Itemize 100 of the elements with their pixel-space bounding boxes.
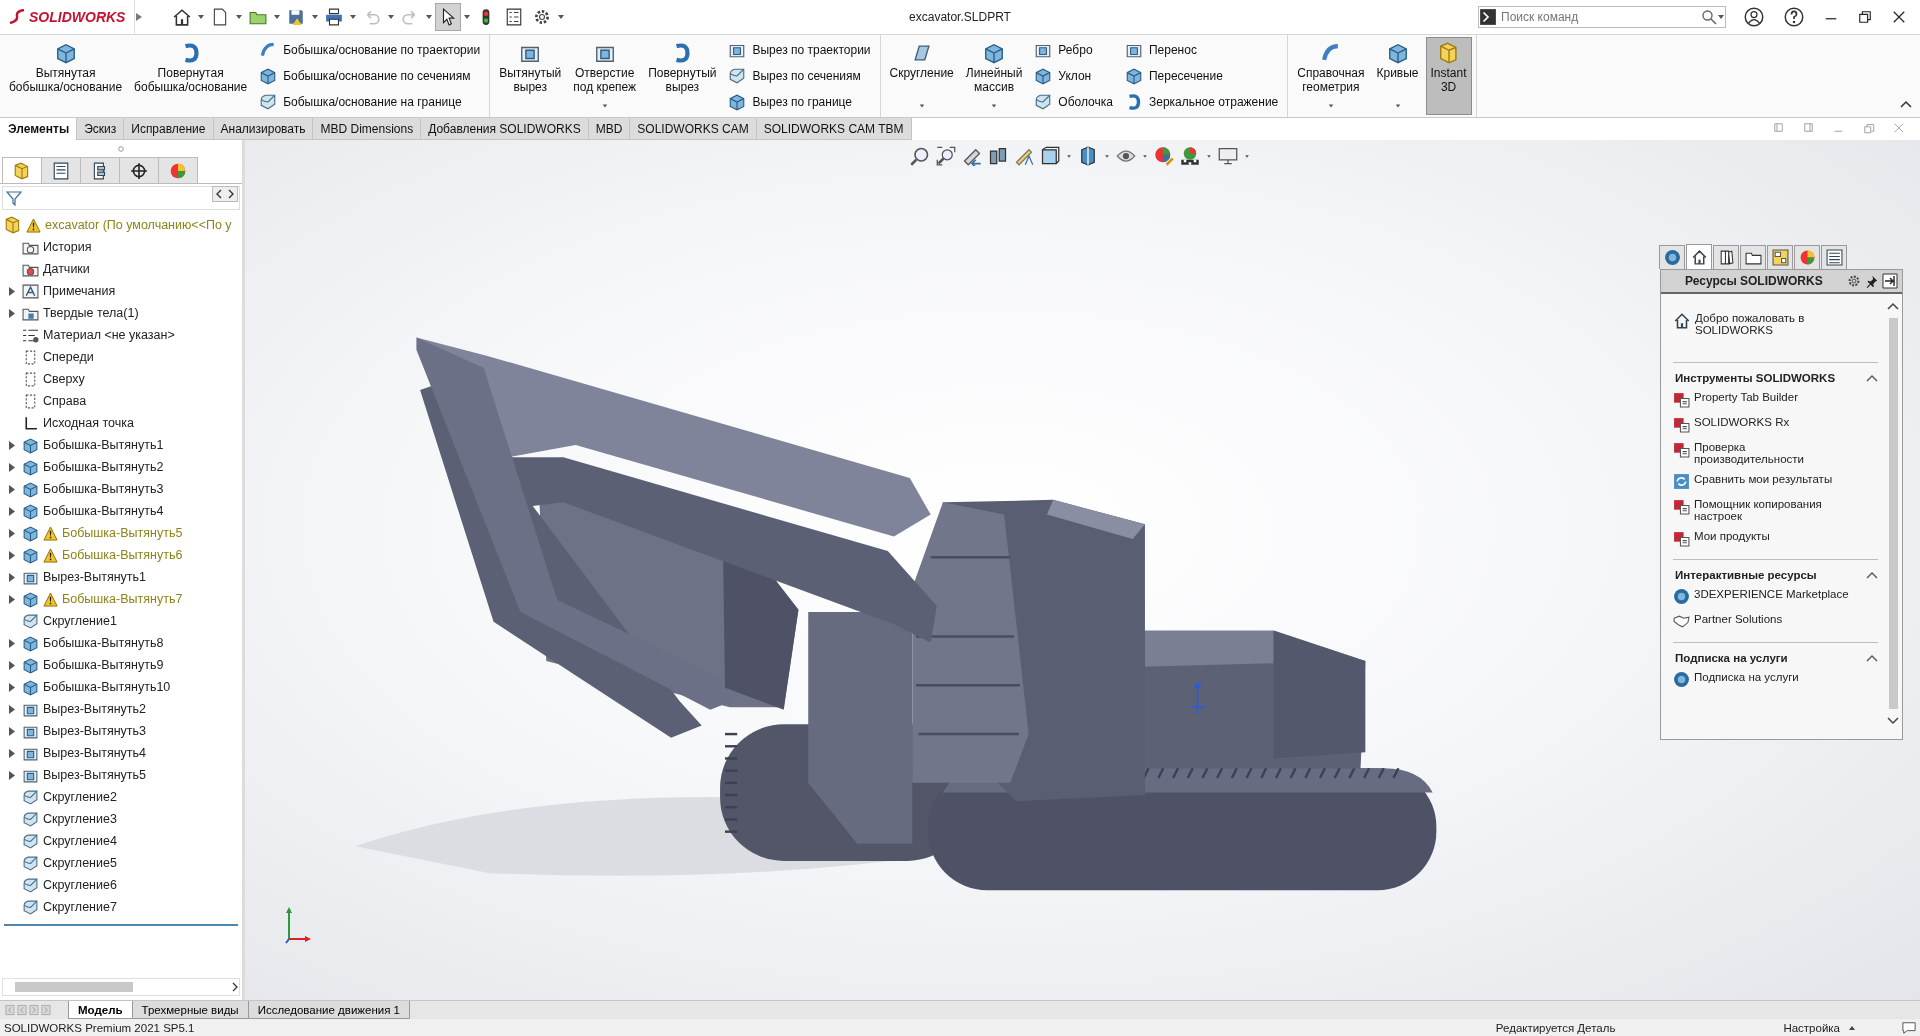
tree-item[interactable]: Спереди	[43, 350, 94, 364]
resource-link[interactable]: SOLIDWORKS Rx	[1694, 416, 1790, 428]
tree-item[interactable]: Бобышка-Вытянуть7	[62, 592, 183, 606]
scroll-up-icon[interactable]	[1887, 302, 1899, 310]
collapse-caret-icon[interactable]	[1866, 571, 1878, 579]
tree-item[interactable]: Исходная точка	[43, 416, 134, 430]
tree-item[interactable]: История	[43, 240, 92, 254]
expand-arrow-icon[interactable]	[9, 506, 15, 516]
tree-item[interactable]: Бобышка-Вытянуть5	[62, 526, 183, 540]
caret-icon[interactable]	[311, 13, 319, 21]
scroll-right-icon[interactable]	[231, 982, 239, 992]
ribbon-button[interactable]: Бобышка/основание на границе	[254, 90, 486, 114]
ribbon-tab[interactable]: Исправление	[123, 118, 214, 140]
caret-icon[interactable]	[990, 103, 999, 109]
tree-item[interactable]: Датчики	[43, 262, 90, 276]
parts-tab[interactable]	[2, 157, 42, 183]
scene-icon[interactable]	[1180, 146, 1200, 166]
display-style-icon[interactable]	[1078, 146, 1098, 166]
annotation-view-icon[interactable]	[1014, 146, 1034, 166]
list-tab[interactable]	[1821, 245, 1847, 269]
close-icon[interactable]	[1892, 10, 1906, 24]
tree-item[interactable]: Вырез-Вытянуть3	[43, 724, 146, 738]
chat-icon[interactable]	[1902, 1020, 1916, 1035]
search-icon[interactable]	[1701, 9, 1717, 25]
caret-icon[interactable]	[463, 13, 471, 21]
tree-item[interactable]: Скругление2	[43, 790, 117, 804]
dock-icon[interactable]	[1882, 273, 1898, 289]
tree-item[interactable]: Бобышка-Вытянуть9	[43, 658, 164, 672]
ribbon-button[interactable]: Бобышка/основание по сечениям	[254, 64, 486, 88]
collapse-caret-icon[interactable]	[1866, 654, 1878, 662]
units-setting[interactable]: Настройка	[1783, 1021, 1840, 1034]
tile-right-icon[interactable]	[1804, 123, 1816, 135]
caret-icon[interactable]	[1244, 153, 1250, 159]
filter-icon[interactable]	[6, 190, 22, 206]
tree-item[interactable]: Вырез-Вытянуть5	[43, 768, 146, 782]
expand-arrow-icon[interactable]	[9, 572, 15, 582]
tree-item[interactable]: Бобышка-Вытянуть4	[43, 504, 164, 518]
book-tab[interactable]	[1713, 245, 1739, 269]
ribbon-tab[interactable]: MBD Dimensions	[312, 118, 422, 140]
ribbon-tab[interactable]: Добавления SOLIDWORKS	[420, 118, 589, 140]
expand-arrow-icon[interactable]	[9, 748, 15, 758]
ribbon-tab[interactable]: SOLIDWORKS CAM TBM	[755, 118, 912, 140]
resource-link[interactable]: Мои продукты	[1694, 530, 1770, 542]
property-list-tab[interactable]	[41, 157, 81, 183]
color-wheel-tab[interactable]	[1794, 245, 1820, 269]
ribbon-button[interactable]: Вырез по траектории	[723, 38, 876, 62]
resource-link[interactable]: Подписка на услуги	[1694, 671, 1799, 683]
tree-item[interactable]: Скругление3	[43, 812, 117, 826]
resource-link[interactable]: Сравнить мои результаты	[1694, 473, 1833, 485]
tree-item[interactable]: Бобышка-Вытянуть10	[43, 680, 171, 694]
ribbon-button[interactable]: Отверстие под крепеж	[568, 37, 642, 115]
tree-item[interactable]: Справа	[43, 394, 87, 408]
expand-arrow-icon[interactable]	[9, 440, 15, 450]
tree-item[interactable]: excavator (По умолчанию<<По у	[45, 218, 232, 232]
tree-item[interactable]: Бобышка-Вытянуть1	[43, 438, 164, 452]
ribbon-button[interactable]: Справочная геометрия	[1292, 37, 1370, 115]
caret-icon[interactable]	[387, 13, 395, 21]
layout-tab[interactable]	[1767, 245, 1793, 269]
model-tab[interactable]: Модель	[68, 1001, 133, 1019]
caret-icon[interactable]	[1717, 13, 1725, 21]
expand-arrow-icon[interactable]	[9, 726, 15, 736]
ribbon-button[interactable]: Перенос	[1119, 38, 1284, 62]
appearance-icon[interactable]	[1154, 146, 1174, 166]
caret-icon[interactable]	[235, 13, 243, 21]
tile-left-icon[interactable]	[1774, 123, 1786, 135]
monitor-icon[interactable]	[1218, 146, 1238, 166]
tree-item[interactable]: Бобышка-Вытянуть2	[43, 460, 164, 474]
tree-item[interactable]: Вырез-Вытянуть2	[43, 702, 146, 716]
ribbon-button[interactable]: Повернутый вырез	[643, 37, 722, 115]
resource-link[interactable]: Partner Solutions	[1694, 613, 1783, 625]
caret-icon[interactable]	[197, 13, 205, 21]
ribbon-button[interactable]: Оболочка	[1029, 90, 1118, 114]
expand-arrow-icon[interactable]	[9, 594, 15, 604]
tree-item[interactable]: Сверху	[43, 372, 85, 386]
crosshair-tab[interactable]	[119, 157, 159, 183]
expand-arrow-icon[interactable]	[135, 12, 143, 22]
resource-link[interactable]: Property Tab Builder	[1694, 391, 1798, 403]
expand-arrow-icon[interactable]	[9, 462, 15, 472]
caret-icon[interactable]	[273, 13, 281, 21]
expand-arrow-icon[interactable]	[9, 770, 15, 780]
collapse-handle-icon[interactable]	[118, 145, 124, 152]
tree-item[interactable]: Бобышка-Вытянуть6	[62, 548, 183, 562]
ribbon-button[interactable]: Вытянутый вырез	[494, 37, 567, 115]
ribbon-tab[interactable]: SOLIDWORKS CAM	[629, 118, 757, 140]
expand-arrow-icon[interactable]	[9, 550, 15, 560]
tree-item[interactable]: Вырез-Вытянуть4	[43, 746, 146, 760]
tree-item[interactable]: Примечания	[43, 284, 116, 298]
tree-item[interactable]: Скругление1	[43, 614, 117, 628]
caret-up-icon[interactable]	[1848, 1024, 1856, 1031]
folder-tab[interactable]	[1740, 245, 1766, 269]
model-tab[interactable]: Исследование движения 1	[247, 1001, 411, 1019]
color-wheel-tab[interactable]	[158, 157, 198, 183]
user-icon[interactable]	[1744, 7, 1764, 27]
ribbon-button[interactable]: Повернутая бобышка/основание	[129, 37, 253, 115]
magnifier-icon[interactable]	[910, 146, 930, 166]
ribbon-button[interactable]: Вытянутая бобышка/основание	[4, 37, 128, 115]
expand-arrow-icon[interactable]	[9, 286, 15, 296]
zoom-box-icon[interactable]	[936, 146, 956, 166]
resource-link[interactable]: Помощник копирования настроек	[1694, 498, 1822, 522]
tree-item[interactable]: Твердые тела(1)	[43, 306, 139, 320]
